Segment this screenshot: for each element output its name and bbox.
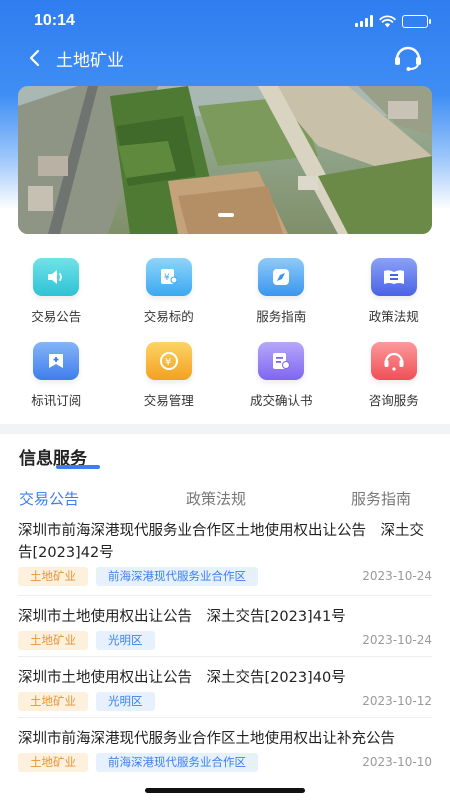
home-indicator <box>145 788 305 793</box>
menu-label: 服务指南 <box>256 309 307 324</box>
svg-text:¥: ¥ <box>164 273 170 283</box>
menu-label: 咨询服务 <box>368 393 419 408</box>
status-icons <box>355 14 431 28</box>
svg-text:¥: ¥ <box>165 357 171 368</box>
book-icon <box>370 258 417 296</box>
tab-trading-announcements[interactable]: 交易公告 <box>19 488 79 509</box>
news-meta: 土地矿业 光明区 2023-10-24 <box>18 630 432 650</box>
menu-item-yen-cycle[interactable]: ¥ 交易管理 <box>113 330 226 414</box>
headset-icon <box>370 342 417 380</box>
region-tag: 光明区 <box>96 630 155 650</box>
cellular-signal-icon <box>355 15 373 27</box>
news-date: 2023-10-12 <box>362 694 432 708</box>
category-tag: 土地矿业 <box>18 691 88 711</box>
menu-item-confirm-doc[interactable]: 成交确认书 <box>225 330 338 414</box>
region-tag: 前海深港现代服务业合作区 <box>96 566 258 586</box>
certificate-icon: ¥ <box>145 258 192 296</box>
menu-label: 标讯订阅 <box>31 393 82 408</box>
menu-item-compass[interactable]: 服务指南 <box>225 246 338 330</box>
section-title-underline <box>56 465 100 469</box>
back-button[interactable] <box>14 42 54 74</box>
battery-icon <box>402 14 431 28</box>
tab-policies[interactable]: 政策法规 <box>186 488 246 509</box>
news-title: 深圳市土地使用权出让公告 深土交告[2023]40号 <box>18 670 346 686</box>
news-meta: 土地矿业 前海深港现代服务业合作区 2023-10-24 <box>18 566 432 586</box>
subscribe-icon <box>33 342 80 380</box>
status-time: 10:14 <box>34 12 75 29</box>
news-date: 2023-10-10 <box>362 755 432 769</box>
wifi-icon <box>379 14 396 27</box>
chevron-left-icon <box>29 49 40 67</box>
news-date: 2023-10-24 <box>362 569 432 583</box>
news-item[interactable]: 深圳市前海深港现代服务业合作区土地使用权出让公告 深土交告[2023]42号 土… <box>18 520 432 596</box>
section-divider <box>0 424 450 434</box>
news-meta: 土地矿业 前海深港现代服务业合作区 2023-10-10 <box>18 752 432 772</box>
menu-item-book[interactable]: 政策法规 <box>338 246 450 330</box>
menu-label: 交易标的 <box>143 309 194 324</box>
menu-item-speaker[interactable]: 交易公告 <box>0 246 113 330</box>
menu-label: 交易公告 <box>31 309 82 324</box>
nav-bar: 土地矿业 <box>0 42 450 74</box>
menu-label: 交易管理 <box>143 393 194 408</box>
customer-service-button[interactable] <box>392 44 424 72</box>
category-tag: 土地矿业 <box>18 566 88 586</box>
news-title: 深圳市土地使用权出让公告 深土交告[2023]41号 <box>18 609 346 625</box>
news-title: 深圳市前海深港现代服务业合作区土地使用权出让公告 深土交告[2023]42号 <box>18 523 424 561</box>
banner-image[interactable] <box>18 86 432 234</box>
menu-label: 政策法规 <box>368 309 419 324</box>
menu-item-subscribe[interactable]: 标讯订阅 <box>0 330 113 414</box>
news-item[interactable]: 深圳市土地使用权出让公告 深土交告[2023]40号 土地矿业 光明区 2023… <box>18 657 432 718</box>
news-item[interactable]: 深圳市前海深港现代服务业合作区土地使用权出让补充公告 土地矿业 前海深港现代服务… <box>18 718 432 798</box>
news-date: 2023-10-24 <box>362 633 432 647</box>
news-meta: 土地矿业 光明区 2023-10-12 <box>18 691 432 711</box>
status-bar: 10:14 <box>0 0 450 42</box>
banner-indicator <box>218 213 234 217</box>
compass-icon <box>258 258 305 296</box>
quick-menu: 交易公告 ¥ 交易标的 服务指南 政策法规标讯订阅 ¥ 交易管理 成交确认书 咨询服务 <box>0 246 450 422</box>
confirm-doc-icon <box>258 342 305 380</box>
info-tabs: 交易公告 政策法规 服务指南 <box>0 488 450 514</box>
category-tag: 土地矿业 <box>18 630 88 650</box>
news-list: 深圳市前海深港现代服务业合作区土地使用权出让公告 深土交告[2023]42号 土… <box>18 520 432 798</box>
headset-icon <box>395 46 421 71</box>
category-tag: 土地矿业 <box>18 752 88 772</box>
menu-label: 成交确认书 <box>249 393 313 408</box>
page-title: 土地矿业 <box>56 50 124 71</box>
tab-service-guide[interactable]: 服务指南 <box>351 488 411 509</box>
news-title: 深圳市前海深港现代服务业合作区土地使用权出让补充公告 <box>18 731 395 747</box>
menu-item-certificate[interactable]: ¥ 交易标的 <box>113 246 226 330</box>
region-tag: 光明区 <box>96 691 155 711</box>
news-item[interactable]: 深圳市土地使用权出让公告 深土交告[2023]41号 土地矿业 光明区 2023… <box>18 596 432 657</box>
menu-item-headset[interactable]: 咨询服务 <box>338 330 450 414</box>
speaker-icon <box>33 258 80 296</box>
yen-cycle-icon: ¥ <box>145 342 192 380</box>
region-tag: 前海深港现代服务业合作区 <box>96 752 258 772</box>
